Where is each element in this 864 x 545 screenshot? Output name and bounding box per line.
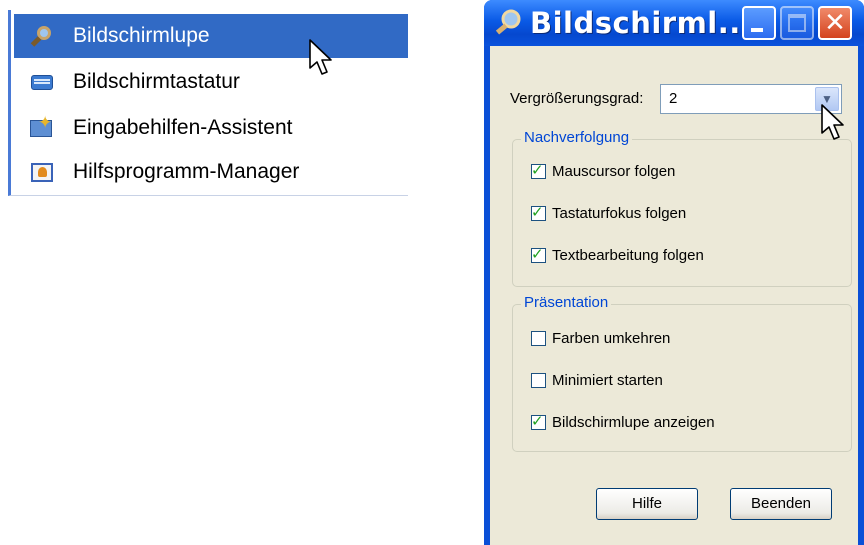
minimize-button[interactable]	[742, 6, 776, 40]
option-label: Minimiert starten	[552, 371, 663, 389]
option-label: Farben umkehren	[552, 329, 671, 347]
magnifier-icon	[495, 9, 521, 35]
mouse-pointer-icon	[821, 104, 844, 140]
zoom-level-select[interactable]: 2 ▼	[660, 84, 842, 114]
magnifier-settings-window: Bildschirml... ✕ Vergrößerungsgrad: 2 ▼ …	[484, 0, 864, 545]
window-title: Bildschirml...	[530, 6, 753, 40]
maximize-icon	[788, 14, 806, 32]
checkbox[interactable]	[531, 330, 546, 346]
minimize-icon	[751, 28, 763, 32]
zoom-level-value: 2	[669, 90, 678, 107]
checkmark-icon: ✓	[531, 161, 544, 179]
checkmark-icon: ✓	[531, 203, 544, 221]
help-button[interactable]: Hilfe	[596, 488, 698, 520]
menu-item-onscreen-keyboard[interactable]: Bildschirmtastatur	[17, 60, 404, 104]
keyboard-icon	[29, 69, 55, 95]
checkbox[interactable]: ✓	[531, 245, 546, 263]
option-follow-keyboard-focus[interactable]: ✓ Tastaturfokus folgen	[531, 202, 686, 224]
checkbox[interactable]: ✓	[531, 203, 546, 221]
presentation-group: Präsentation Farben umkehren Minimiert s…	[512, 294, 852, 452]
checkbox[interactable]: ✓	[531, 412, 546, 430]
checkmark-icon: ✓	[531, 245, 544, 263]
menu-item-utility-manager[interactable]: Hilfsprogramm-Manager	[17, 150, 404, 194]
option-label: Mauscursor folgen	[552, 162, 676, 180]
dialog-client-area: Vergrößerungsgrad: 2 ▼ Nachverfolgung ✓ …	[490, 46, 858, 545]
magnifier-icon	[29, 23, 55, 49]
group-title: Präsentation	[521, 294, 612, 311]
menu-item-label: Bildschirmtastatur	[73, 70, 240, 93]
option-follow-text-editing[interactable]: ✓ Textbearbeitung folgen	[531, 244, 704, 266]
checkbox[interactable]	[531, 372, 546, 388]
option-follow-mouse[interactable]: ✓ Mauscursor folgen	[531, 160, 675, 182]
menu-item-label: Eingabehilfen-Assistent	[73, 116, 293, 139]
tracking-group: Nachverfolgung ✓ Mauscursor folgen ✓ Tas…	[512, 129, 852, 287]
menu-item-label: Bildschirmlupe	[73, 24, 210, 47]
close-icon: ✕	[824, 8, 846, 38]
checkbox[interactable]: ✓	[531, 161, 546, 179]
option-show-magnifier[interactable]: ✓ Bildschirmlupe anzeigen	[531, 411, 715, 433]
option-start-minimized[interactable]: Minimiert starten	[531, 369, 663, 391]
option-label: Bildschirmlupe anzeigen	[552, 413, 715, 431]
option-invert-colors[interactable]: Farben umkehren	[531, 327, 670, 349]
menu-item-accessibility-wizard[interactable]: ✦ Eingabehilfen-Assistent	[17, 106, 404, 150]
zoom-level-label: Vergrößerungsgrad:	[510, 90, 644, 107]
option-label: Textbearbeitung folgen	[552, 246, 704, 264]
menu-item-label: Hilfsprogramm-Manager	[73, 160, 300, 183]
exit-button[interactable]: Beenden	[730, 488, 832, 520]
checkmark-icon: ✓	[531, 412, 544, 430]
mouse-pointer-icon	[309, 39, 332, 75]
accessibility-menu: Bildschirmlupe Bildschirmtastatur ✦ Eing…	[8, 10, 408, 196]
group-title: Nachverfolgung	[521, 129, 633, 146]
utility-manager-icon	[29, 159, 55, 185]
close-button[interactable]: ✕	[818, 6, 852, 40]
maximize-button[interactable]	[780, 6, 814, 40]
option-label: Tastaturfokus folgen	[552, 204, 687, 222]
title-bar[interactable]: Bildschirml... ✕	[484, 0, 864, 46]
menu-item-magnifier[interactable]: Bildschirmlupe	[14, 14, 408, 58]
accessibility-wizard-icon: ✦	[29, 114, 55, 141]
